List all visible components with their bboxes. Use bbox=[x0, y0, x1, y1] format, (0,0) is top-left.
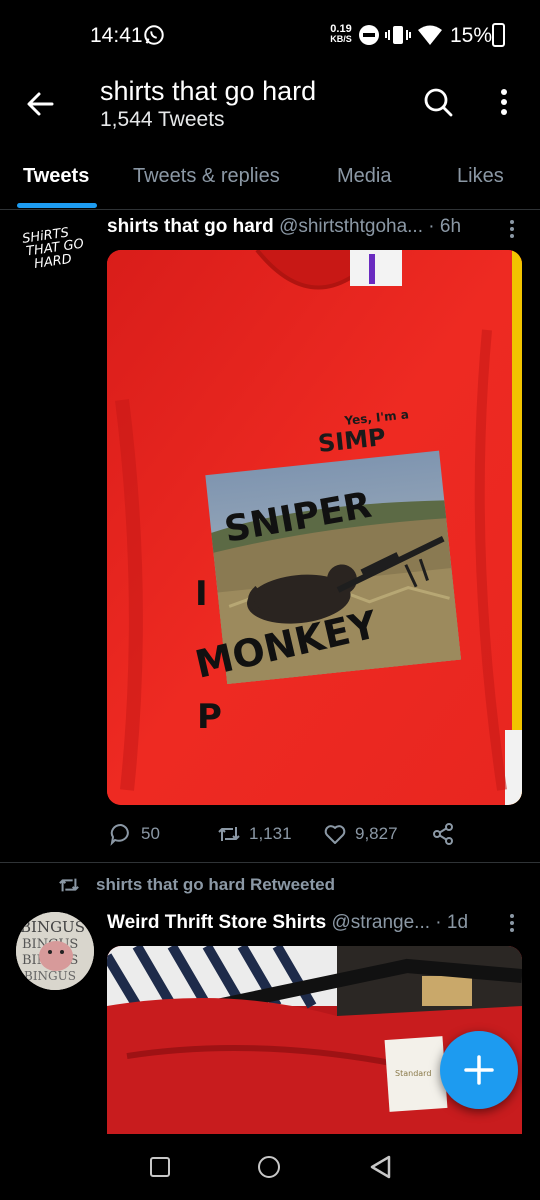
status-time: 14:41 bbox=[90, 24, 143, 47]
bingus-avatar-image: BINGUS BINGUS BINGUS BINGUS bbox=[16, 912, 94, 990]
battery-percent: 15% bbox=[450, 24, 493, 47]
dnd-icon bbox=[359, 25, 379, 45]
compose-tweet-button[interactable] bbox=[440, 1031, 518, 1109]
heart-icon bbox=[324, 825, 346, 844]
plus-icon bbox=[464, 1055, 494, 1085]
tweet-divider bbox=[0, 862, 540, 863]
shirt-letter: I bbox=[195, 574, 208, 614]
system-nav-bar bbox=[0, 1134, 540, 1200]
tweet-time: 6h bbox=[439, 216, 462, 237]
author-handle[interactable]: @shirtsthtgoha... bbox=[279, 216, 423, 237]
tweet-actions: 50 1,131 9,827 bbox=[107, 818, 527, 850]
reply-count: 50 bbox=[141, 824, 160, 843]
author-name[interactable]: Weird Thrift Store Shirts bbox=[107, 912, 326, 933]
net-speed-unit: KB/S bbox=[330, 34, 352, 44]
author-handle[interactable]: @strange... bbox=[332, 912, 431, 933]
author-name[interactable]: shirts that go hard bbox=[107, 216, 274, 237]
recents-button[interactable] bbox=[150, 1157, 170, 1177]
retweet-icon bbox=[218, 827, 240, 841]
tab-likes[interactable]: Likes bbox=[457, 165, 504, 188]
separator: · bbox=[423, 216, 440, 237]
home-button[interactable] bbox=[258, 1156, 280, 1178]
avatar-text: BINGUS bbox=[24, 969, 76, 983]
reply-button[interactable]: 50 bbox=[109, 818, 160, 850]
active-tab-indicator bbox=[17, 203, 97, 208]
arrow-left-icon[interactable] bbox=[24, 88, 56, 120]
more-vertical-icon[interactable] bbox=[492, 86, 516, 118]
retweet-count: 1,131 bbox=[249, 824, 292, 843]
separator: · bbox=[430, 912, 447, 933]
tag-text: Standard bbox=[395, 1069, 431, 1078]
tweet-more-icon[interactable] bbox=[506, 912, 518, 934]
vibrate-icon bbox=[385, 26, 411, 44]
share-icon bbox=[433, 823, 453, 845]
shirt-photo: Yes, I'm a SIMP SNIPER MONKEY I P bbox=[107, 250, 522, 805]
tweet-count: 1,544 Tweets bbox=[100, 108, 225, 131]
tweet-more-icon[interactable] bbox=[506, 218, 518, 240]
tweet-header: Weird Thrift Store Shirts @strange... · … bbox=[107, 912, 527, 934]
tweet-time: 1d bbox=[446, 912, 469, 933]
avatar[interactable]: BINGUS BINGUS BINGUS BINGUS bbox=[16, 912, 94, 990]
search-icon[interactable] bbox=[422, 86, 454, 118]
retweet-icon bbox=[59, 878, 79, 892]
back-triangle-icon[interactable] bbox=[368, 1154, 392, 1180]
like-button[interactable]: 9,827 bbox=[323, 818, 398, 850]
avatar[interactable]: SHiRTS THAT GO HARD bbox=[18, 225, 92, 288]
profile-tabs: Tweets Tweets & replies Media Likes bbox=[0, 150, 540, 210]
tab-tweets-replies[interactable]: Tweets & replies bbox=[133, 165, 280, 188]
wifi-icon bbox=[418, 25, 442, 45]
avatar-text: BINGUS bbox=[20, 918, 85, 936]
profile-header: shirts that go hard 1,544 Tweets bbox=[0, 70, 540, 160]
like-count: 9,827 bbox=[355, 824, 398, 843]
page-title: shirts that go hard bbox=[100, 76, 317, 106]
status-bar: 14:41 0.19 KB/S 15% bbox=[0, 0, 540, 70]
tweet-media-image[interactable]: Yes, I'm a SIMP SNIPER MONKEY I P bbox=[107, 250, 522, 805]
retweeted-by: shirts that go hard Retweeted bbox=[96, 875, 335, 894]
whatsapp-icon bbox=[144, 25, 164, 45]
battery-icon bbox=[492, 23, 505, 47]
tab-tweets[interactable]: Tweets bbox=[23, 165, 89, 188]
retweet-context[interactable]: shirts that go hard Retweeted bbox=[58, 874, 478, 896]
share-button[interactable] bbox=[431, 818, 455, 850]
shirt-letter: P bbox=[197, 697, 222, 737]
reply-icon bbox=[110, 823, 129, 846]
net-speed: 0.19 KB/S bbox=[329, 23, 353, 45]
tab-media[interactable]: Media bbox=[337, 165, 391, 188]
retweet-button[interactable]: 1,131 bbox=[217, 818, 292, 850]
tweet-header: shirts that go hard @shirtsthtgoha... · … bbox=[107, 216, 527, 238]
net-speed-value: 0.19 bbox=[330, 23, 352, 35]
